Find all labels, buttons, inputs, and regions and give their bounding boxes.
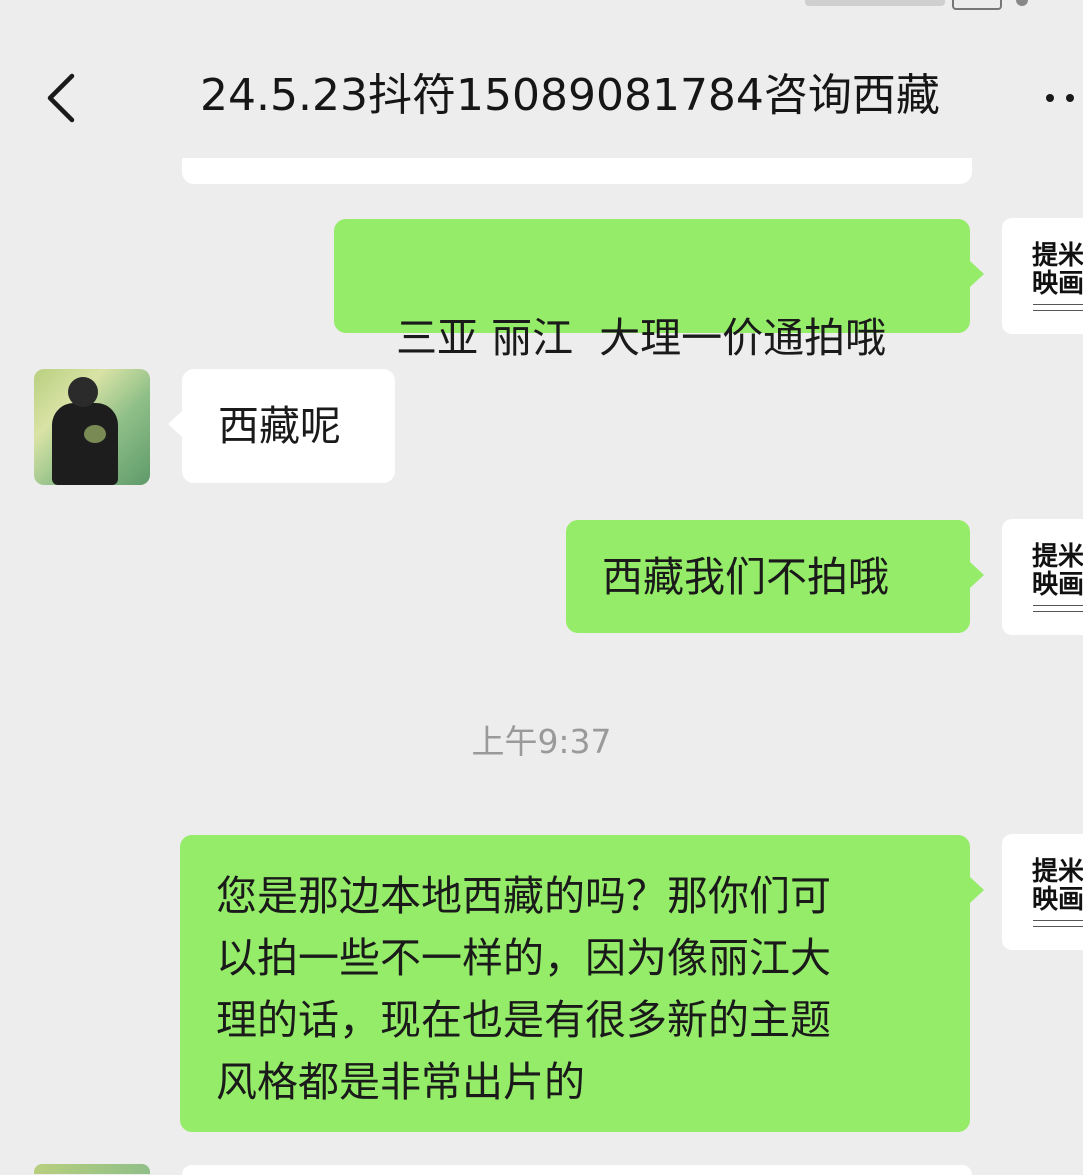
avatar-figure (52, 403, 118, 485)
next-user-avatar (34, 1164, 150, 1174)
message-text-line: 您是那边本地西藏的吗？那你们可 (216, 872, 831, 920)
business-avatar[interactable]: 提米 映画 (1002, 218, 1083, 334)
battery-icon (952, 0, 1002, 10)
avatar-logo-underline (1033, 304, 1083, 311)
back-button[interactable] (38, 70, 88, 126)
message-text: 三亚 丽江 大理一价通拍哦 (396, 314, 887, 362)
next-message-bubble (182, 1165, 972, 1175)
status-dot-icon (1016, 0, 1028, 6)
avatar-logo-line2: 映画 (1032, 885, 1083, 915)
message-bubble-incoming[interactable]: 西藏呢 (168, 369, 395, 483)
message-text: 西藏呢 (218, 402, 341, 450)
message-text-line: 以拍一些不一样的，因为像丽江大 (216, 934, 831, 982)
avatar-figure-detail (84, 425, 106, 443)
status-clock (408, 0, 498, 8)
avatar-logo-underline (1033, 920, 1083, 927)
message-text-line: 理的话，现在也是有很多新的主题 (216, 996, 831, 1044)
status-icons (805, 0, 945, 6)
avatar-logo-line2: 映画 (1032, 269, 1083, 299)
avatar-logo-line1: 提米 (1032, 241, 1083, 271)
chevron-left-icon (47, 73, 75, 123)
business-avatar[interactable]: 提米 映画 (1002, 519, 1083, 635)
avatar-figure-head (68, 377, 98, 407)
more-options-button[interactable] (1040, 94, 1083, 108)
avatar-logo-line1: 提米 (1032, 542, 1083, 572)
status-bar (0, 0, 1083, 12)
message-text: 西藏我们不拍哦 (602, 553, 889, 601)
user-avatar[interactable] (34, 369, 150, 485)
avatar-logo-underline (1033, 605, 1083, 612)
message-bubble-outgoing[interactable]: 三亚 丽江 大理一价通拍哦 (334, 219, 984, 362)
message-text-line: 风格都是非常出片的 (216, 1058, 585, 1106)
message-timestamp: 上午9:37 (471, 722, 612, 761)
chat-title: 24.5.23抖符15089081784咨询西藏 (200, 70, 940, 121)
avatar-logo-line2: 映画 (1032, 570, 1083, 600)
message-bubble-outgoing[interactable]: 西藏我们不拍哦 (566, 520, 984, 633)
chat-header: 24.5.23抖符15089081784咨询西藏 (0, 40, 1083, 154)
avatar-logo-line1: 提米 (1032, 857, 1083, 887)
previous-message-bubble (182, 158, 972, 184)
message-bubble-outgoing[interactable]: 您是那边本地西藏的吗？那你们可 以拍一些不一样的，因为像丽江大 理的话，现在也是… (180, 835, 984, 1132)
business-avatar[interactable]: 提米 映画 (1002, 834, 1083, 950)
